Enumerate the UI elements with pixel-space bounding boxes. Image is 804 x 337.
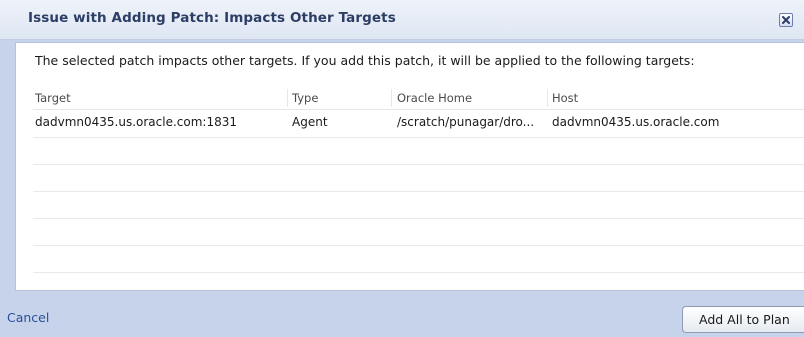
table-row-empty bbox=[33, 246, 804, 273]
dialog-title: Issue with Adding Patch: Impacts Other T… bbox=[28, 10, 396, 26]
cell-oracle-home: /scratch/punagar/dro... bbox=[397, 115, 535, 129]
table-row-empty bbox=[33, 192, 804, 219]
column-header-target[interactable]: Target bbox=[35, 87, 285, 109]
patch-impact-dialog: Issue with Adding Patch: Impacts Other T… bbox=[0, 0, 804, 337]
table-row-empty bbox=[33, 138, 804, 165]
table-header: Target Type Oracle Home Host bbox=[33, 87, 804, 110]
table-row-empty bbox=[33, 219, 804, 246]
table-row[interactable]: dadvmn0435.us.oracle.com:1831 Agent /scr… bbox=[33, 111, 804, 138]
table-row-empty bbox=[33, 165, 804, 192]
cell-type: Agent bbox=[292, 115, 328, 129]
close-icon[interactable] bbox=[779, 13, 793, 27]
impact-message: The selected patch impacts other targets… bbox=[35, 53, 695, 68]
column-header-type[interactable]: Type bbox=[292, 87, 387, 109]
dialog-content-panel: The selected patch impacts other targets… bbox=[15, 42, 804, 291]
column-header-oracle-home[interactable]: Oracle Home bbox=[397, 87, 547, 109]
add-all-to-plan-button[interactable]: Add All to Plan bbox=[682, 306, 804, 333]
dialog-titlebar: Issue with Adding Patch: Impacts Other T… bbox=[0, 0, 804, 40]
cell-target: dadvmn0435.us.oracle.com:1831 bbox=[35, 115, 237, 129]
column-divider bbox=[287, 89, 288, 107]
column-divider bbox=[391, 89, 392, 107]
cancel-link[interactable]: Cancel bbox=[7, 310, 49, 325]
column-header-host[interactable]: Host bbox=[552, 87, 802, 109]
column-divider bbox=[547, 89, 548, 107]
cell-host: dadvmn0435.us.oracle.com bbox=[552, 115, 720, 129]
